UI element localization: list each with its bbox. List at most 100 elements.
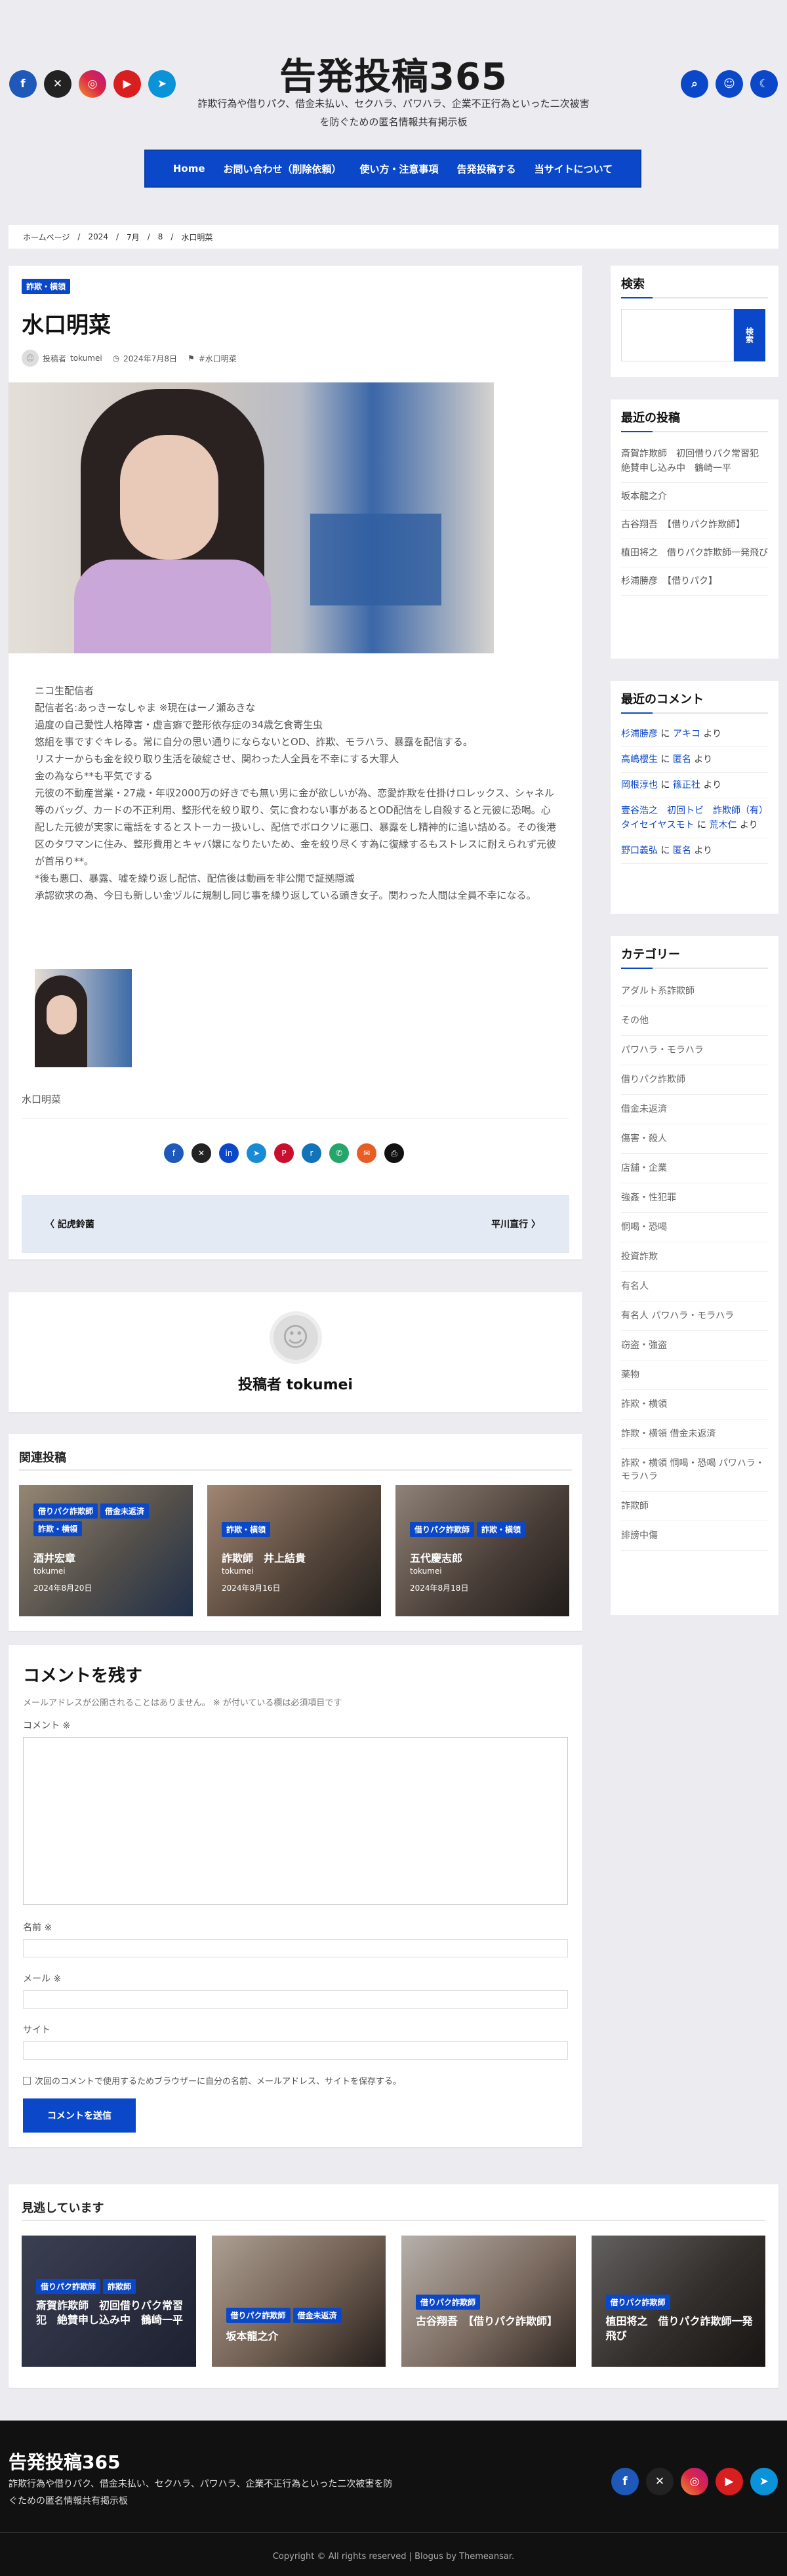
- nav-item-usage[interactable]: 使い方・注意事項: [355, 162, 444, 176]
- related-tag[interactable]: 詐欺・横領: [33, 1521, 83, 1536]
- related-title[interactable]: 詐欺師 井上結貴: [222, 1549, 306, 1565]
- missed-title[interactable]: 植田将之 借りパク詐欺師一発飛び: [606, 2314, 757, 2343]
- missed-tag[interactable]: 借金未返済: [293, 2308, 342, 2323]
- post-category-badge[interactable]: 詐欺・横領: [22, 279, 71, 294]
- share-telegram-icon[interactable]: ➤: [247, 1143, 266, 1163]
- recent-post-link[interactable]: 杉浦勝彦 【借りパク】: [621, 567, 768, 596]
- footer-facebook-icon[interactable]: f: [611, 2468, 639, 2495]
- post-author-link[interactable]: tokumei: [70, 354, 102, 363]
- share-pinterest-icon[interactable]: P: [274, 1143, 294, 1163]
- email-field[interactable]: [23, 1990, 568, 2009]
- missed-tag[interactable]: 借りパク詐欺師: [605, 2295, 670, 2310]
- comment-author[interactable]: 高嶋櫻生: [621, 754, 658, 765]
- category-link[interactable]: 詐欺師: [621, 1492, 768, 1521]
- prev-post-link[interactable]: 〈 記虎鈴菌: [45, 1217, 94, 1231]
- share-x-icon[interactable]: ✕: [192, 1143, 211, 1163]
- related-item[interactable]: 借りパク詐欺師 詐欺・横領 五代慶志郎 tokumei 2024年8月18日: [395, 1485, 569, 1616]
- share-facebook-icon[interactable]: f: [164, 1143, 184, 1163]
- breadcrumb-month[interactable]: 7月: [127, 232, 140, 243]
- submit-comment-button[interactable]: コメントを送信: [23, 2098, 136, 2133]
- breadcrumb-day[interactable]: 8: [158, 232, 163, 241]
- related-tag[interactable]: 借りパク詐欺師: [410, 1522, 475, 1537]
- category-link[interactable]: 詐欺・横領 恫喝・恐喝 パワハラ・モラハラ: [621, 1449, 768, 1492]
- recent-post-link[interactable]: 斎賀詐欺師 初回借りパク常習犯 絶賛申し込み中 鶴崎一平: [621, 440, 768, 483]
- search-icon[interactable]: ⌕: [681, 70, 708, 98]
- breadcrumb-year[interactable]: 2024: [88, 232, 108, 241]
- category-link[interactable]: 借りパク詐欺師: [621, 1065, 768, 1095]
- related-title[interactable]: 五代慶志郎: [410, 1549, 462, 1565]
- nav-item-about[interactable]: 当サイトについて: [529, 162, 618, 176]
- comment-textarea[interactable]: [23, 1737, 568, 1905]
- missed-tag[interactable]: 借りパク詐欺師: [226, 2308, 291, 2323]
- footer-title[interactable]: 告発投稿365: [9, 2448, 120, 2474]
- footer-telegram-icon[interactable]: ➤: [750, 2468, 778, 2495]
- share-print-icon[interactable]: ⎙: [384, 1143, 404, 1163]
- missed-title[interactable]: 古谷翔吾 【借りパク詐欺師】: [416, 2314, 567, 2329]
- comment-post[interactable]: 篠正社: [673, 780, 700, 790]
- comment-post[interactable]: 荒木仁: [710, 820, 737, 830]
- dark-mode-toggle-icon[interactable]: ☾: [750, 70, 778, 98]
- missed-item[interactable]: 借りパク詐欺師 借金未返済 坂本龍之介: [211, 2236, 386, 2367]
- category-link[interactable]: 投資詐欺: [621, 1242, 768, 1272]
- next-post-link[interactable]: 平川直行 〉: [491, 1217, 540, 1231]
- breadcrumb-home[interactable]: ホームページ: [23, 232, 70, 243]
- comment-author[interactable]: 杉浦勝彦: [621, 729, 658, 739]
- nav-item-contact[interactable]: お問い合わせ（削除依頼）: [218, 162, 347, 176]
- category-link[interactable]: 有名人: [621, 1272, 768, 1301]
- category-link[interactable]: 傷害・殺人: [621, 1124, 768, 1154]
- site-field[interactable]: [23, 2041, 568, 2060]
- category-link[interactable]: 強姦・性犯罪: [621, 1183, 768, 1213]
- related-item[interactable]: 借りパク詐欺師 借金未返済 詐欺・横領 酒井宏章 tokumei 2024年8月…: [19, 1485, 193, 1616]
- missed-tag[interactable]: 詐欺師: [103, 2279, 136, 2294]
- category-link[interactable]: アダルト系詐欺師: [621, 977, 768, 1006]
- category-link[interactable]: その他: [621, 1006, 768, 1036]
- comment-author[interactable]: 岡根淳也: [621, 780, 658, 790]
- post-tag[interactable]: #水口明菜: [199, 353, 237, 364]
- recent-post-link[interactable]: 植田将之 借りパク詐欺師一発飛び: [621, 539, 768, 567]
- search-input[interactable]: [621, 309, 734, 361]
- related-title[interactable]: 酒井宏章: [33, 1549, 75, 1565]
- category-link[interactable]: 窃盗・強盗: [621, 1331, 768, 1360]
- missed-item[interactable]: 借りパク詐欺師 詐欺師 斎賀詐欺師 初回借りパク常習犯 絶賛申し込み中 鶴崎一平: [22, 2236, 196, 2367]
- comment-post[interactable]: アキコ: [673, 729, 700, 739]
- category-link[interactable]: 薬物: [621, 1360, 768, 1390]
- author-avatar[interactable]: ☺: [269, 1311, 322, 1364]
- missed-tag[interactable]: 借りパク詐欺師: [36, 2279, 101, 2294]
- footer-instagram-icon[interactable]: ◎: [681, 2468, 708, 2495]
- category-link[interactable]: 有名人 パワハラ・モラハラ: [621, 1301, 768, 1331]
- comment-post[interactable]: 匿名: [673, 754, 691, 765]
- related-tag[interactable]: 借金未返済: [100, 1503, 150, 1519]
- nav-item-home[interactable]: Home: [168, 163, 211, 174]
- comment-post[interactable]: 匿名: [673, 846, 691, 856]
- missed-tag[interactable]: 借りパク詐欺師: [416, 2295, 481, 2310]
- comment-author[interactable]: 野口義弘: [621, 846, 658, 856]
- search-button[interactable]: 検索: [734, 309, 765, 361]
- category-link[interactable]: パワハラ・モラハラ: [621, 1036, 768, 1065]
- name-field[interactable]: [23, 1939, 568, 1957]
- post-date[interactable]: 2024年7月8日: [123, 353, 177, 364]
- missed-title[interactable]: 斎賀詐欺師 初回借りパク常習犯 絶賛申し込み中 鶴崎一平: [36, 2299, 187, 2327]
- category-link[interactable]: 詐欺・横領 借金未返済: [621, 1420, 768, 1449]
- author-name[interactable]: 投稿者 tokumei: [238, 1373, 353, 1394]
- category-link[interactable]: 誹謗中傷: [621, 1521, 768, 1551]
- missed-title[interactable]: 坂本龍之介: [226, 2327, 279, 2343]
- share-linkedin-icon[interactable]: in: [219, 1143, 239, 1163]
- save-info-checkbox[interactable]: [23, 2076, 31, 2085]
- recent-post-link[interactable]: 坂本龍之介: [621, 483, 768, 511]
- missed-item[interactable]: 借りパク詐欺師 植田将之 借りパク詐欺師一発飛び: [591, 2236, 765, 2367]
- recent-post-link[interactable]: 古谷翔吾 【借りパク詐欺師】: [621, 511, 768, 539]
- share-whatsapp-icon[interactable]: ✆: [329, 1143, 349, 1163]
- footer-x-icon[interactable]: ✕: [646, 2468, 674, 2495]
- nav-item-submit[interactable]: 告発投稿する: [452, 162, 521, 176]
- post-inline-image[interactable]: [35, 969, 132, 1067]
- related-tag[interactable]: 借りパク詐欺師: [33, 1503, 98, 1519]
- site-title[interactable]: 告発投稿365: [0, 47, 787, 100]
- share-reddit-icon[interactable]: r: [302, 1143, 321, 1163]
- category-link[interactable]: 恫喝・恐喝: [621, 1213, 768, 1242]
- category-link[interactable]: 借金未返済: [621, 1095, 768, 1124]
- related-tag[interactable]: 詐欺・横領: [477, 1522, 526, 1537]
- related-tag[interactable]: 詐欺・横領: [222, 1522, 271, 1537]
- category-link[interactable]: 詐欺・横領: [621, 1390, 768, 1420]
- footer-youtube-icon[interactable]: ▶: [716, 2468, 743, 2495]
- missed-item[interactable]: 借りパク詐欺師 古谷翔吾 【借りパク詐欺師】: [401, 2236, 576, 2367]
